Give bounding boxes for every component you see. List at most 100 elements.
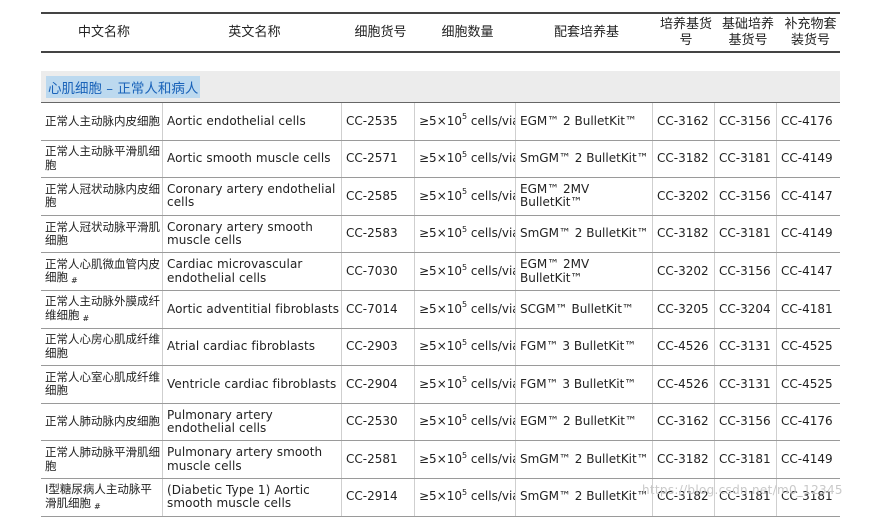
cell-media: EGM™ 2 BulletKit™ <box>516 103 653 140</box>
cell-cat-no: CC-2585 <box>342 178 415 215</box>
cell-supp-no: CC-4181 <box>781 301 833 316</box>
cell-cn-name: 正常人主动脉外膜成纤维细胞 # <box>41 290 163 328</box>
count-prefix: ≥5×10 <box>419 301 463 316</box>
cell-cn-name: 正常人心房心肌成纤维细胞 <box>41 328 163 366</box>
cn-name-wrap: 正常人心室心肌成纤维细胞 <box>45 369 162 398</box>
cell-supp-no: CC-4149 <box>781 226 833 241</box>
cell-media: SmGM™ 2 BulletKit™ <box>516 441 653 478</box>
cn-name-text: 正常人心房心肌成纤维细胞 <box>45 332 160 360</box>
header-media-no: 培养基货号 <box>659 16 712 48</box>
cell-media-no: CC-4526 <box>653 366 715 403</box>
count-suffix: cells/vial <box>470 489 515 504</box>
cn-name-text: 正常人主动脉外膜成纤维细胞 <box>45 294 160 322</box>
cell-supp-no: CC-4176 <box>781 414 833 429</box>
product-table: 中文名称 英文名称 细胞货号 细胞数量 配套培养基 培养基货号 基础培养基货号 … <box>41 12 840 517</box>
section-header: 心肌细胞 – 正常人和病人 <box>41 71 840 103</box>
cell-cn-name: 正常人肺动脉内皮细胞 <box>41 403 163 441</box>
cn-name-wrap: 正常人主动脉平滑肌细胞 <box>45 145 162 172</box>
count-suffix: cells/vial <box>470 113 515 128</box>
cell-cn-name: 正常人主动脉内皮细胞 <box>41 103 163 140</box>
cell-supp-no: CC-4176 <box>781 113 833 128</box>
count-prefix: ≥5×10 <box>419 414 463 429</box>
cell-basal-no: CC-3131 <box>715 328 777 366</box>
cell-basal-no: CC-3181 <box>715 441 777 478</box>
header-cell-count: 细胞数量 <box>441 24 494 40</box>
cell-supp-no: CC-4525 <box>781 376 833 391</box>
count-suffix: cells/vial <box>470 301 515 316</box>
cell-cn-name: 正常人肺动脉平滑肌细胞 <box>41 441 163 478</box>
cell-en-name: Aortic endothelial cells <box>163 103 342 140</box>
cell-media: EGM™ 2MV BulletKit™ <box>516 178 653 215</box>
cell-en-name: Cardiac microvascular endothelial cells <box>163 253 342 290</box>
cell-cat-no: CC-2535 <box>342 103 415 140</box>
cell-supp-no: CC-4147 <box>781 263 833 278</box>
cn-name-text: 正常人心室心肌成纤维细胞 <box>45 369 160 398</box>
cn-name-wrap: I型糖尿病人主动脉平滑肌细胞 # <box>45 483 162 511</box>
cell-media-no: CC-3202 <box>653 178 715 215</box>
cell-cat-no: CC-2583 <box>342 215 415 253</box>
watermark: https://blog.csdn.net/m0_12345 <box>642 483 843 497</box>
cell-count: ≥5×105 cells/vial <box>415 140 516 178</box>
cell-media: FGM™ 3 BulletKit™ <box>516 366 653 403</box>
count-suffix: cells/vial <box>470 376 515 391</box>
count-suffix: cells/vial <box>470 263 515 278</box>
cell-basal-no: CC-3204 <box>715 290 777 328</box>
count-prefix: ≥5×10 <box>419 226 463 241</box>
count-prefix: ≥5×10 <box>419 151 463 166</box>
cell-count: ≥5×105 cells/vial <box>415 290 516 328</box>
cell-supp-no: CC-4149 <box>781 451 833 466</box>
section-title[interactable]: 心肌细胞 – 正常人和病人 <box>46 75 201 98</box>
count-prefix: ≥5×10 <box>419 376 463 391</box>
cell-count: ≥5×105 cells/vial <box>415 178 516 215</box>
footnote-mark: # <box>94 501 101 511</box>
cell-count: ≥5×105 cells/vial <box>415 403 516 441</box>
cell-media: SmGM™ 2 BulletKit™ <box>516 215 653 253</box>
cell-media-no: CC-3182 <box>653 140 715 178</box>
cell-cat-no: CC-2914 <box>342 478 415 516</box>
cell-media: SmGM™ 2 BulletKit™ <box>516 140 653 178</box>
cn-name-wrap: 正常人心房心肌成纤维细胞 <box>45 333 162 360</box>
cell-count: ≥5×105 cells/vial <box>415 215 516 253</box>
cell-media-no: CC-3205 <box>653 290 715 328</box>
cell-media-no: CC-3182 <box>653 441 715 478</box>
cell-media-no: CC-3182 <box>653 215 715 253</box>
cell-count: ≥5×105 cells/vial <box>415 103 516 140</box>
table-row: 正常人主动脉平滑肌细胞 Aortic smooth muscle cells CC-… <box>41 140 840 179</box>
cn-name-wrap: 正常人主动脉内皮细胞 <box>45 114 160 129</box>
cell-media: EGM™ 2MV BulletKit™ <box>516 253 653 290</box>
header-supp-no: 补充物套装货号 <box>784 16 837 48</box>
cell-en-name: Ventricle cardiac fibroblasts <box>163 366 342 403</box>
table-row: 正常人心室心肌成纤维细胞 Ventricle cardiac fibroblast… <box>41 366 840 404</box>
count-suffix: cells/vial <box>470 188 515 203</box>
cell-cat-no: CC-7014 <box>342 290 415 328</box>
cell-en-name: Coronary artery endothelial cells <box>163 178 342 215</box>
cell-basal-no: CC-3181 <box>715 140 777 178</box>
cn-name-text: 正常人主动脉平滑肌细胞 <box>45 144 160 172</box>
cell-basal-no: CC-3156 <box>715 253 777 290</box>
cell-en-name: Pulmonary artery endothelial cells <box>163 403 342 441</box>
cn-name-text: 正常人冠状动脉平滑肌细胞 <box>45 219 160 248</box>
cell-en-name: Pulmonary artery smooth muscle cells <box>163 441 342 478</box>
count-suffix: cells/vial <box>470 451 515 466</box>
cell-basal-no: CC-3131 <box>715 366 777 403</box>
cell-cat-no: CC-2904 <box>342 366 415 403</box>
count-prefix: ≥5×10 <box>419 339 463 354</box>
header-basal-no: 基础培养基货号 <box>721 16 774 48</box>
cn-name-text: 正常人肺动脉内皮细胞 <box>45 414 160 429</box>
table-row: 正常人肺动脉内皮细胞 Pulmonary artery endothelial c… <box>41 403 840 442</box>
table-row: 正常人主动脉内皮细胞 Aortic endothelial cells CC-253… <box>41 103 840 141</box>
cell-en-name: Aortic smooth muscle cells <box>163 140 342 178</box>
cell-cat-no: CC-2903 <box>342 328 415 366</box>
footnote-mark: # <box>82 313 90 323</box>
cn-name-wrap: 正常人冠状动脉内皮细胞 <box>45 182 162 210</box>
cn-name-text: 正常人心肌微血管内皮细胞 <box>45 256 160 285</box>
count-prefix: ≥5×10 <box>419 263 463 278</box>
cell-cn-name: 正常人心室心肌成纤维细胞 <box>41 366 163 403</box>
count-prefix: ≥5×10 <box>419 188 463 203</box>
cell-count: ≥5×105 cells/vial <box>415 441 516 478</box>
count-prefix: ≥5×10 <box>419 451 463 466</box>
count-prefix: ≥5×10 <box>419 489 463 504</box>
cell-media: FGM™ 3 BulletKit™ <box>516 328 653 366</box>
cell-en-name: Aortic adventitial fibroblasts <box>163 290 342 328</box>
table-header: 中文名称 英文名称 细胞货号 细胞数量 配套培养基 培养基货号 基础培养基货号 … <box>41 12 840 53</box>
